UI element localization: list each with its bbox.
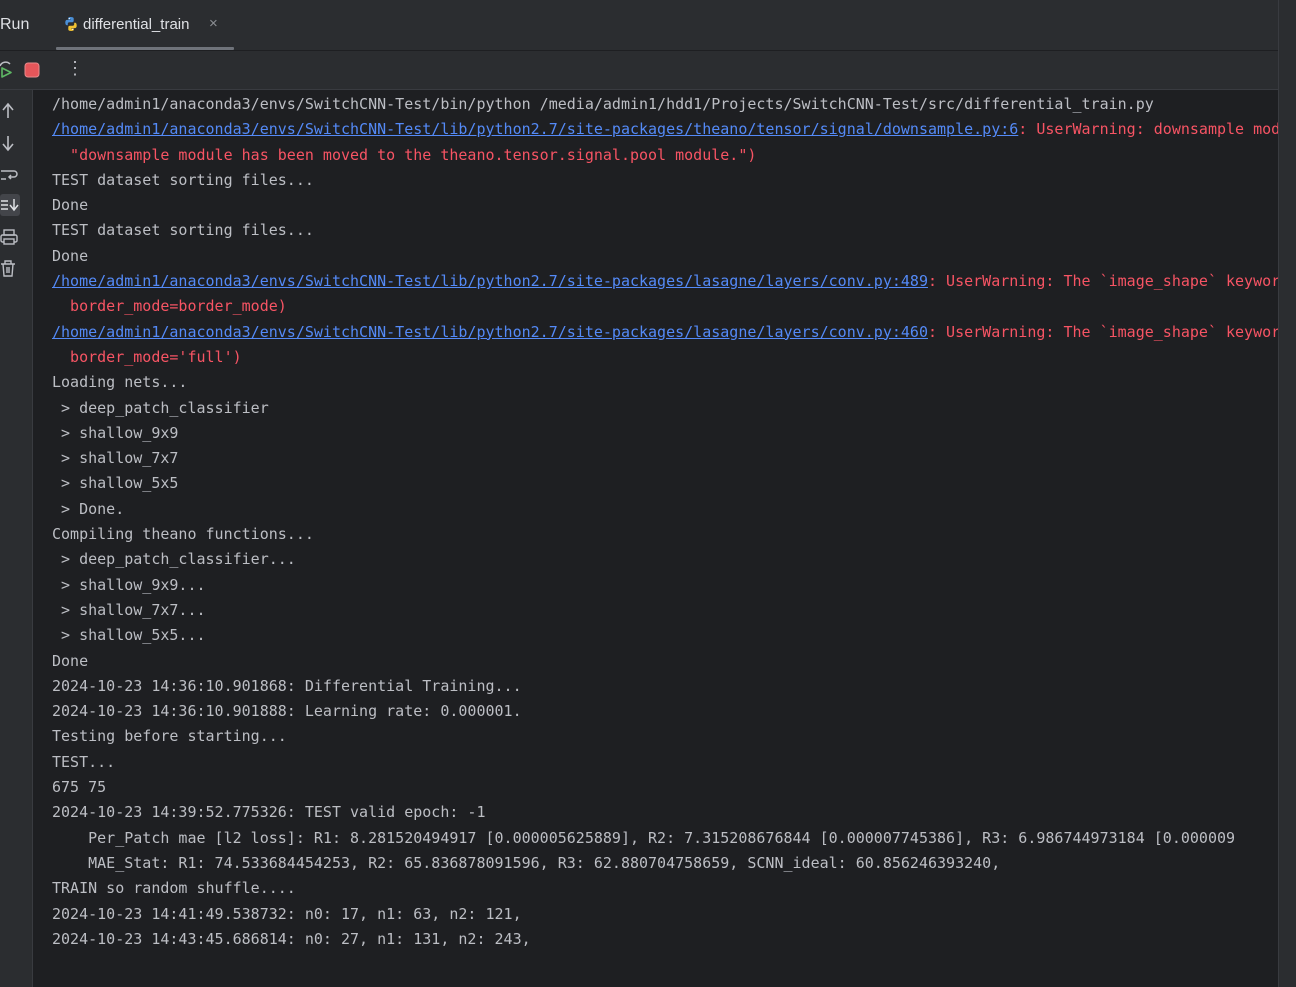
console-line: 2024-10-23 14:41:49.538732: n0: 17, n1: …: [52, 904, 522, 923]
console-line: Testing before starting...: [52, 727, 287, 746]
tab-title: differential_train: [83, 16, 190, 33]
print-icon[interactable]: [0, 226, 20, 248]
console-warning-text: : UserWarning: downsample module has bee…: [1018, 120, 1278, 139]
scroll-down-icon[interactable]: [0, 132, 20, 154]
console-line: > shallow_5x5...: [52, 626, 206, 645]
console-line: /home/admin1/anaconda3/envs/SwitchCNN-Te…: [52, 117, 1278, 142]
stop-icon[interactable]: [23, 61, 41, 79]
console-line: 2024-10-23 14:39:52.775326: TEST valid e…: [52, 803, 486, 822]
console-line: /home/admin1/anaconda3/envs/SwitchCNN-Te…: [52, 269, 1278, 294]
console-line: > deep_patch_classifier: [52, 398, 269, 417]
console-line: "downsample module has been moved to the…: [52, 145, 757, 164]
console-line: TEST dataset sorting files...: [52, 170, 314, 189]
console-side-toolbar: [0, 90, 33, 987]
console-line: > shallow_9x9: [52, 423, 179, 442]
tab-differential-train[interactable]: differential_train ×: [56, 2, 234, 50]
console-line: Loading nets...: [52, 373, 188, 392]
console-line: Done: [52, 246, 89, 265]
console-file-link[interactable]: /home/admin1/anaconda3/envs/SwitchCNN-Te…: [52, 272, 928, 290]
console-line: > shallow_7x7: [52, 449, 179, 468]
console-line: /home/admin1/anaconda3/envs/SwitchCNN-Te…: [52, 320, 1278, 345]
console-output[interactable]: /home/admin1/anaconda3/envs/SwitchCNN-Te…: [52, 92, 1278, 972]
console-line: > shallow_9x9...: [52, 575, 206, 594]
console-file-link[interactable]: /home/admin1/anaconda3/envs/SwitchCNN-Te…: [52, 323, 928, 341]
console-line: 2024-10-23 14:43:45.686814: n0: 27, n1: …: [52, 929, 531, 948]
console-line: > deep_patch_classifier...: [52, 550, 296, 569]
more-options-icon[interactable]: ⋮: [66, 59, 84, 77]
run-tool-label[interactable]: Run: [0, 16, 29, 34]
console-line: /home/admin1/anaconda3/envs/SwitchCNN-Te…: [52, 95, 1154, 113]
rerun-icon[interactable]: [0, 61, 16, 79]
console-line: border_mode='full'): [52, 347, 242, 366]
python-icon: [65, 17, 77, 31]
console-line: 2024-10-23 14:36:10.901868: Differential…: [52, 676, 522, 695]
console-line: Per_Patch mae [l2 loss]: R1: 8.281520494…: [52, 828, 1236, 847]
scroll-to-end-icon[interactable]: [0, 194, 20, 216]
console-line: > shallow_5x5: [52, 474, 179, 493]
console-line: 2024-10-23 14:36:10.901888: Learning rat…: [52, 702, 522, 721]
console-line: > Done.: [52, 499, 125, 518]
active-tab-indicator: [56, 47, 234, 50]
console-warning-text: : UserWarning: The `image_shape` keyword…: [927, 322, 1278, 341]
close-icon[interactable]: ×: [209, 15, 218, 32]
console-line: Done: [52, 196, 89, 215]
console-line: TEST dataset sorting files...: [52, 221, 314, 240]
console-line: border_mode=border_mode): [52, 297, 287, 316]
tool-window-header: Run differential_train ×: [0, 2, 1278, 51]
console-line: MAE_Stat: R1: 74.533684454253, R2: 65.83…: [52, 853, 1001, 872]
console-line: TEST...: [52, 752, 116, 771]
console-line: Done: [52, 651, 89, 670]
console-line: TRAIN so random shuffle....: [52, 879, 296, 898]
run-toolbar: ⋮: [0, 51, 1278, 90]
console-line: Compiling theano functions...: [52, 525, 314, 544]
console-line: > shallow_7x7...: [52, 600, 206, 619]
console-file-link[interactable]: /home/admin1/anaconda3/envs/SwitchCNN-Te…: [52, 120, 1018, 138]
console-line: 675 75: [52, 778, 107, 797]
console-warning-text: : UserWarning: The `image_shape` keyword…: [927, 272, 1278, 291]
soft-wrap-icon[interactable]: [0, 164, 20, 186]
scroll-up-icon[interactable]: [0, 100, 20, 122]
trash-icon[interactable]: [0, 258, 20, 280]
right-edge-panel: [1278, 0, 1296, 987]
